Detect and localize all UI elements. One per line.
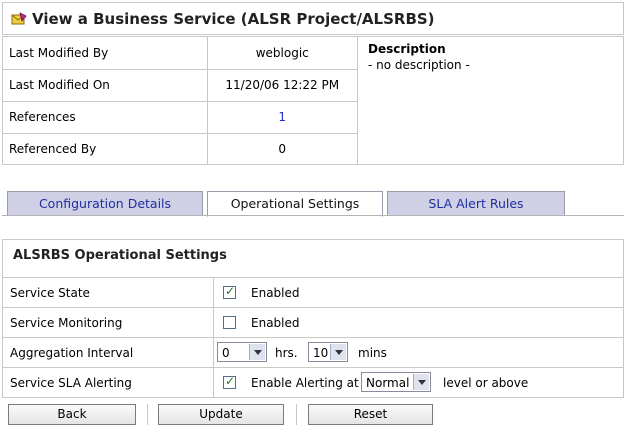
table-row: Last Modified By weblogic xyxy=(3,37,358,70)
minutes-select[interactable]: 10 xyxy=(308,342,348,362)
service-monitoring-checkbox[interactable] xyxy=(223,316,236,329)
service-monitoring-label: Service Monitoring xyxy=(10,316,123,330)
references-label: References xyxy=(3,101,208,134)
service-monitoring-enabled-label: Enabled xyxy=(251,316,300,330)
service-state-enabled-label: Enabled xyxy=(251,286,300,300)
tab-operational-settings[interactable]: Operational Settings xyxy=(207,191,383,217)
hours-select[interactable]: 0 xyxy=(217,342,267,362)
aggregation-interval-row: Aggregation Interval 0 hrs. 10 mins xyxy=(3,337,623,367)
hours-select-value: 0 xyxy=(222,346,230,360)
description-section: Description - no description - xyxy=(368,42,470,72)
chevron-down-icon xyxy=(249,344,265,360)
tab-sla-alert-rules[interactable]: SLA Alert Rules xyxy=(387,191,565,216)
last-modified-by-value: weblogic xyxy=(207,37,358,70)
reset-button[interactable]: Reset xyxy=(308,404,433,425)
operational-settings-panel: ALSRBS Operational Settings Service Stat… xyxy=(2,239,624,398)
column-divider xyxy=(213,368,214,397)
aggregation-interval-label: Aggregation Interval xyxy=(10,346,134,360)
level-suffix-label: level or above xyxy=(443,376,529,390)
tabs-divider xyxy=(2,215,624,216)
chevron-down-icon xyxy=(330,344,346,360)
chevron-down-icon xyxy=(413,374,429,390)
service-sla-alerting-row: Service SLA Alerting ✓ Enable Alerting a… xyxy=(3,367,623,397)
table-row: Referenced By 0 xyxy=(3,133,358,165)
button-divider xyxy=(147,404,148,425)
service-state-label: Service State xyxy=(10,286,90,300)
column-divider xyxy=(213,338,214,367)
back-button[interactable]: Back xyxy=(8,404,136,425)
update-button[interactable]: Update xyxy=(158,404,284,425)
last-modified-on-label: Last Modified On xyxy=(3,69,208,102)
enable-alerting-label: Enable Alerting at xyxy=(251,376,359,390)
service-info-table: Last Modified By weblogic Last Modified … xyxy=(3,37,358,165)
referenced-by-value: 0 xyxy=(207,133,358,165)
alert-level-select[interactable]: Normal xyxy=(361,372,431,392)
column-divider xyxy=(213,308,214,337)
operational-settings-title: ALSRBS Operational Settings xyxy=(13,248,227,263)
description-label: Description xyxy=(368,42,446,56)
tab-configuration-details[interactable]: Configuration Details xyxy=(7,191,203,216)
hours-unit-label: hrs. xyxy=(275,346,298,360)
sla-alerting-checkbox[interactable]: ✓ xyxy=(223,374,236,389)
last-modified-on-value: 11/20/06 12:22 PM xyxy=(207,69,358,102)
service-state-row: Service State ✓ Enabled xyxy=(3,277,623,307)
table-row: Last Modified On 11/20/06 12:22 PM xyxy=(3,69,358,102)
service-info-panel: Last Modified By weblogic Last Modified … xyxy=(2,36,624,165)
service-sla-alerting-label: Service SLA Alerting xyxy=(10,376,132,390)
service-monitoring-row: Service Monitoring Enabled xyxy=(3,307,623,337)
references-link[interactable]: 1 xyxy=(278,110,286,124)
business-service-icon xyxy=(11,12,27,25)
minutes-unit-label: mins xyxy=(358,346,387,360)
referenced-by-label: Referenced By xyxy=(3,133,208,165)
check-icon: ✓ xyxy=(225,284,236,298)
minutes-select-value: 10 xyxy=(313,346,329,360)
check-icon: ✓ xyxy=(225,374,236,388)
page-header: View a Business Service (ALSR Project/AL… xyxy=(2,2,624,35)
description-value: - no description - xyxy=(368,58,470,72)
page-title: View a Business Service (ALSR Project/AL… xyxy=(32,10,435,28)
last-modified-by-label: Last Modified By xyxy=(3,37,208,70)
service-state-checkbox[interactable]: ✓ xyxy=(223,284,236,299)
alert-level-select-value: Normal xyxy=(366,376,410,390)
button-divider xyxy=(296,404,297,425)
table-row: References 1 xyxy=(3,101,358,134)
column-divider xyxy=(213,278,214,307)
